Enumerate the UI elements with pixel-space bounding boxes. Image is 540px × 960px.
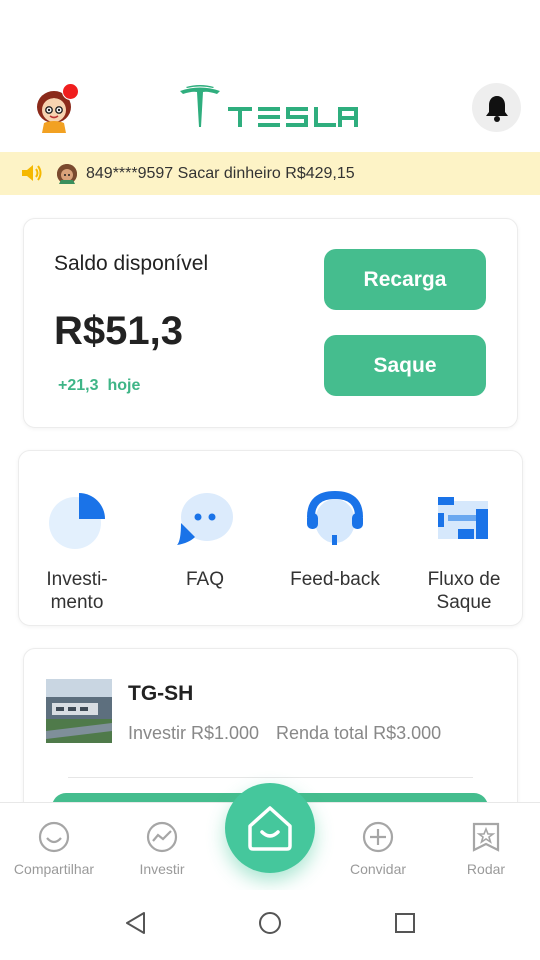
trend-icon [146,821,178,853]
menu-label-feedback: Feed-back [290,569,380,590]
menu-item-faq[interactable]: FAQ [140,491,270,591]
plus-circle-icon [362,821,394,853]
nav-label-share: Compartilhar [13,861,95,877]
menu-item-investment[interactable]: Investi- mento [12,491,142,614]
announcement-ticker: 849****9597 Sacar dinheiro R$429,15 [0,152,540,195]
nav-item-invite[interactable]: Convidar [324,821,432,877]
divider [68,777,473,778]
nav-item-invest[interactable]: Investir [108,821,216,877]
menu-item-feedback[interactable]: Feed-back [270,490,400,591]
product-name: TG-SH [128,682,194,705]
recharge-button[interactable]: Recarga [324,249,486,310]
tesla-logo [178,85,360,129]
app-header [0,75,540,140]
product-total-income: Renda total R$3.000 [276,723,442,743]
menu-label-investment: Investi- mento [46,569,108,613]
product-image [46,679,112,743]
recents-icon[interactable] [392,910,418,936]
nav-item-share[interactable]: Compartilhar [0,821,108,877]
smile-icon [38,821,70,853]
ticker-user-avatar [57,164,77,184]
balance-label: Saldo disponível [54,252,209,275]
bell-icon [485,95,508,122]
balance-delta-value: +21,3 [58,377,99,394]
balance-delta-suffix: hoje [107,377,141,394]
headset-icon [307,490,363,545]
chat-bubble-icon [177,493,233,545]
product-invest: Investir R$1.000 [128,723,260,743]
notifications-button[interactable] [472,83,521,132]
home-circle-icon[interactable] [257,910,283,936]
ticker-message: 849****9597 Sacar dinheiro R$429,15 [86,165,355,182]
balance-card: Saldo disponível R$51,3 +21,3 hoje Recarg… [23,218,518,428]
home-icon [248,806,292,851]
flow-icon [438,497,488,539]
withdraw-button[interactable]: Saque [324,335,486,396]
home-button[interactable] [225,783,315,873]
menu-item-withdraw-flow[interactable]: Fluxo de Saque [399,491,529,614]
notification-dot [62,83,79,100]
menu-label-withdraw-flow: Fluxo de Saque [427,569,501,613]
star-badge-icon [472,822,500,852]
nav-label-invite: Convidar [349,861,407,877]
pie-chart-icon [49,493,105,549]
balance-value: R$51,3 [54,309,183,353]
nav-label-spin: Rodar [466,861,506,877]
balance-delta: +21,3 hoje [58,377,140,395]
menu-label-faq: FAQ [185,569,224,590]
quick-menu-card: Investi- mento FAQ Feed-back Fluxo de Sa… [18,450,523,626]
back-icon[interactable] [123,910,149,936]
nav-label-invest: Investir [139,861,185,877]
system-navigation-bar [0,890,540,960]
speaker-icon [22,165,42,181]
nav-item-spin[interactable]: Rodar [432,821,540,877]
